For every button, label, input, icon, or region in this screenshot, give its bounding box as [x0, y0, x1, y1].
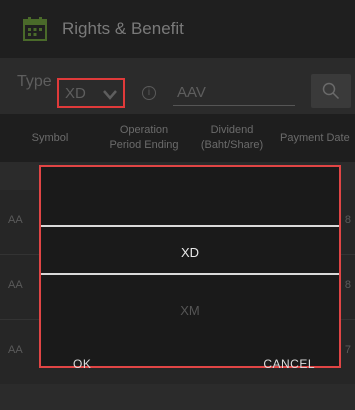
column-header-payment-date: Payment Date [280, 131, 350, 144]
filter-bar: Type XD i [0, 58, 355, 108]
type-dropdown[interactable]: XD [57, 78, 125, 108]
column-header-dividend: Dividend (Baht/Share) [200, 124, 264, 151]
search-button[interactable] [311, 74, 351, 108]
type-dropdown-value: XD [65, 84, 86, 102]
column-header-operation-period: Operation Period Ending [109, 124, 179, 151]
row-payment-date: 8 [344, 279, 351, 291]
chevron-down-icon [103, 90, 117, 100]
type-picker-dialog: XD XM OK CANCEL [39, 165, 341, 371]
table-header: Symbol Operation Period Ending Dividend … [0, 114, 355, 162]
app-header: Rights & Benefit [0, 0, 355, 58]
option-xm[interactable]: XM [41, 303, 339, 318]
calendar-icon [23, 17, 47, 41]
row-payment-date: 8 [344, 214, 351, 226]
app-screen: Rights & Benefit Type XD i Symbol Operat… [0, 0, 355, 410]
row-symbol: AA [8, 214, 23, 226]
selection-line-top [41, 225, 339, 227]
search-icon [322, 82, 340, 100]
symbol-input[interactable] [173, 80, 295, 106]
type-label: Type [17, 73, 52, 90]
option-xd[interactable]: XD [41, 245, 339, 260]
row-symbol: AA [8, 344, 23, 356]
ok-button[interactable]: OK [73, 357, 91, 371]
page-title: Rights & Benefit [62, 19, 184, 38]
row-payment-date: 7 [344, 344, 351, 356]
cancel-button[interactable]: CANCEL [263, 357, 315, 371]
selection-line-bottom [41, 273, 339, 275]
row-symbol: AA [8, 279, 23, 291]
column-header-symbol: Symbol [31, 131, 69, 144]
info-icon[interactable]: i [142, 86, 156, 100]
